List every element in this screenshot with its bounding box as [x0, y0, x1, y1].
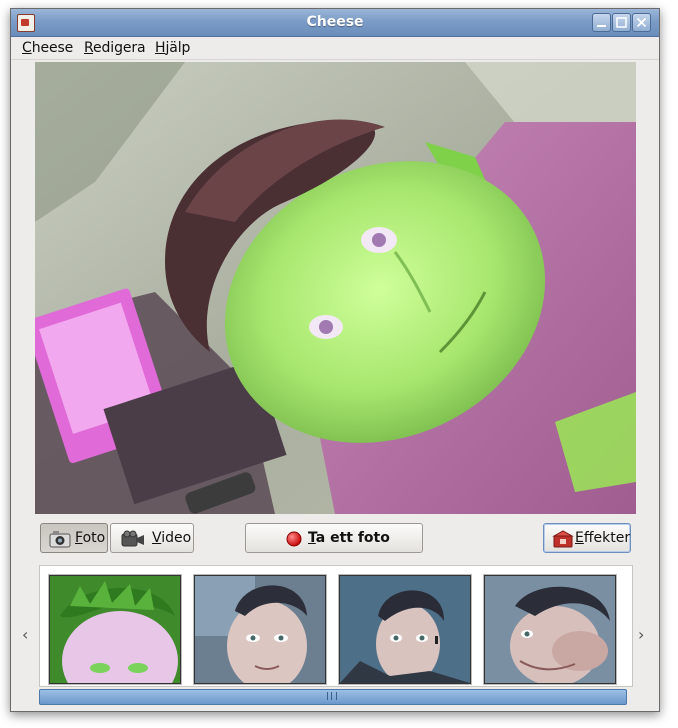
maximize-button[interactable] — [612, 13, 631, 32]
photo-mode-label: Foto — [75, 530, 106, 546]
title-bar[interactable]: Cheese — [11, 9, 659, 37]
webcam-image — [35, 62, 636, 514]
scrollbar-grip-icon — [327, 692, 337, 700]
record-dot-icon — [286, 531, 302, 547]
photo-mode-button[interactable]: Foto — [40, 523, 108, 553]
thumbnail[interactable] — [339, 575, 471, 684]
video-mode-label: Video — [152, 530, 192, 546]
chevron-left-icon[interactable]: ‹ — [22, 625, 28, 644]
video-mode-button[interactable]: Video — [110, 523, 194, 553]
thumbnail-gallery[interactable] — [39, 565, 633, 687]
webcam-preview — [35, 62, 636, 514]
menu-cheese[interactable]: Cheese — [22, 40, 73, 56]
thumbnail[interactable] — [484, 575, 616, 684]
thumbnail[interactable] — [49, 575, 181, 684]
camera-icon — [49, 531, 71, 548]
thumbnail-image — [340, 576, 470, 683]
close-button[interactable] — [632, 13, 651, 32]
take-photo-label: Ta ett foto — [308, 530, 390, 546]
effects-label: Effekter — [575, 530, 631, 546]
thumbnail-image — [485, 576, 615, 683]
gallery-scrollbar[interactable] — [39, 689, 627, 705]
minimize-icon — [597, 25, 606, 27]
effects-button[interactable]: Effekter — [543, 523, 631, 553]
cheese-window: Cheese Cheese Redigera Hjälp Foto Video … — [10, 8, 660, 712]
thumbnail-image — [195, 576, 325, 683]
video-camera-icon — [121, 530, 144, 547]
maximize-icon — [616, 17, 627, 28]
take-photo-button[interactable]: Ta ett foto — [245, 523, 423, 553]
menu-redigera[interactable]: Redigera — [84, 40, 146, 56]
menu-hjalp[interactable]: Hjälp — [155, 40, 190, 56]
close-icon — [636, 17, 647, 28]
chevron-right-icon[interactable]: › — [638, 625, 644, 644]
thumbnail-image — [50, 576, 180, 683]
effects-icon — [552, 530, 574, 548]
thumbnail[interactable] — [194, 575, 326, 684]
minimize-button[interactable] — [592, 13, 611, 32]
window-title: Cheese — [306, 14, 364, 30]
menu-bar: Cheese Redigera Hjälp — [11, 37, 659, 60]
